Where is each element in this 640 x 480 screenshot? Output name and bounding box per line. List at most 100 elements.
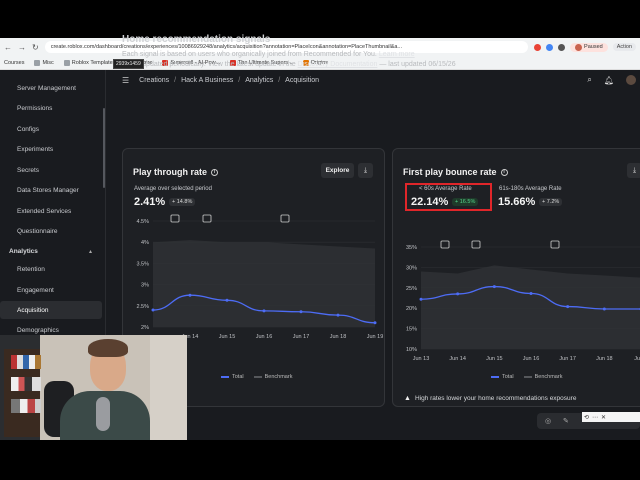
y-tick-label: 35%: [406, 245, 417, 251]
info-icon[interactable]: i: [211, 168, 219, 176]
x-tick-label: Jun 16: [523, 356, 540, 362]
bell-icon[interactable]: 🔔︎: [604, 76, 614, 85]
explore-button[interactable]: Explore: [321, 163, 354, 178]
search-icon[interactable]: ⌕: [587, 75, 591, 85]
breadcrumb-item[interactable]: Creations: [139, 77, 169, 84]
sidebar-item-permissions[interactable]: Permissions: [0, 99, 102, 117]
pen-icon[interactable]: ✎: [563, 417, 569, 425]
y-tick-label: 15%: [406, 327, 417, 333]
metric-value: 22.14%: [411, 196, 449, 208]
warning-icon: ▲: [404, 395, 411, 402]
download-button[interactable]: ⤓: [358, 163, 373, 178]
chart-legend: Total Benchmark: [221, 374, 292, 380]
y-tick-label: 30%: [406, 265, 417, 271]
total-point[interactable]: [225, 298, 229, 302]
camera-icon[interactable]: ◎: [545, 417, 551, 425]
y-tick-label: 2.5%: [136, 304, 149, 310]
annotation-icon[interactable]: [280, 214, 290, 223]
profile-button[interactable]: Paused: [570, 42, 608, 52]
annotation-icon[interactable]: [440, 240, 450, 249]
breadcrumb-item: Acquisition: [285, 76, 320, 84]
action-button[interactable]: Action: [612, 43, 636, 51]
bookmark[interactable]: Courses: [4, 60, 24, 66]
annotation-icon[interactable]: [170, 214, 180, 223]
metric-delta-badge: + 7.2%: [539, 198, 563, 206]
x-tick-label: Jun 19: [367, 334, 384, 340]
total-point[interactable]: [336, 313, 340, 317]
total-point[interactable]: [188, 293, 192, 297]
page-title: Home recommendation signals: [122, 34, 271, 45]
sidebar-item-server-management[interactable]: Server Management: [0, 79, 102, 97]
bookmark[interactable]: Misc: [34, 59, 54, 66]
total-point[interactable]: [529, 292, 533, 296]
bounce-rate-note: ▲ High rates lower your home recommendati…: [404, 395, 577, 402]
sidebar-item-data-stores-manager[interactable]: Data Stores Manager: [0, 181, 102, 199]
forward-icon[interactable]: →: [18, 43, 26, 52]
metric-label: Average over selected period: [134, 186, 212, 192]
legend-item-benchmark[interactable]: Benchmark: [523, 374, 562, 380]
total-point[interactable]: [602, 307, 606, 311]
total-point[interactable]: [373, 321, 377, 325]
annotation-icon[interactable]: [550, 240, 560, 249]
breadcrumb-item[interactable]: Analytics: [245, 77, 273, 84]
total-point[interactable]: [151, 308, 155, 312]
tool-icon[interactable]: ✕: [601, 414, 606, 421]
sidebar-section-analytics[interactable]: Analytics ▴: [0, 242, 102, 260]
folder-icon: [34, 59, 41, 66]
page-description: Each signal is based on users who organi…: [122, 51, 415, 58]
legend-item-total[interactable]: Total: [491, 374, 514, 380]
sidebar-scrollbar[interactable]: [103, 108, 105, 188]
extension-icon[interactable]: [558, 43, 566, 51]
total-point[interactable]: [419, 297, 423, 301]
menu-icon[interactable]: ☰: [122, 76, 129, 85]
metric-value: 15.66%: [498, 196, 536, 208]
annotation-icon[interactable]: [202, 214, 212, 223]
dimension-label: 2939x1459: [113, 59, 144, 69]
page-description: re updated periodically. View the latest…: [134, 61, 456, 68]
sidebar-item-experiments[interactable]: Experiments: [0, 140, 102, 158]
bookshelf: [4, 349, 41, 437]
sidebar-item-extended-services[interactable]: Extended Services: [0, 202, 102, 220]
breadcrumb-item[interactable]: Hack A Business: [181, 77, 233, 84]
extension-icon[interactable]: [534, 43, 542, 51]
bookmark[interactable]: Roblox Templates: [63, 59, 115, 66]
download-button[interactable]: ⤓: [627, 163, 640, 178]
total-point[interactable]: [262, 309, 266, 313]
sidebar-item-questionnaire[interactable]: Questionnaire: [0, 222, 102, 240]
total-point[interactable]: [456, 292, 460, 296]
first-play-bounce-rate-card: First play bounce rate i ⤓ < 60s Average …: [392, 148, 640, 407]
x-tick-label: Jun 18: [596, 356, 613, 362]
legend-item-total[interactable]: Total: [221, 374, 244, 380]
folder-icon: [63, 59, 70, 66]
annotation-icon[interactable]: [471, 240, 481, 249]
sidebar-item-engagement[interactable]: Engagement: [0, 281, 102, 299]
chart-legend: Total Benchmark: [491, 374, 562, 380]
x-tick-label: Jun 15: [219, 334, 236, 340]
legend-item-benchmark[interactable]: Benchmark: [253, 374, 292, 380]
sidebar-item-configs[interactable]: Configs: [0, 120, 102, 138]
back-icon[interactable]: ←: [4, 43, 12, 52]
benchmark-band: [153, 240, 375, 327]
tool-icon[interactable]: ⋯: [592, 414, 598, 421]
sidebar-item-retention[interactable]: Retention: [0, 260, 102, 278]
reload-icon[interactable]: ↻: [32, 43, 39, 52]
card-title: First play bounce rate i: [403, 167, 508, 177]
y-tick-label: 3%: [141, 283, 149, 289]
total-point[interactable]: [566, 305, 570, 309]
sidebar-item-secrets[interactable]: Secrets: [0, 161, 102, 179]
y-tick-label: 10%: [406, 347, 417, 353]
total-point[interactable]: [299, 310, 303, 314]
learn-more-link[interactable]: Learn more: [379, 51, 415, 58]
share-icon[interactable]: ⟲: [584, 414, 589, 421]
avatar[interactable]: [626, 75, 636, 85]
avatar: [575, 43, 583, 51]
extension-icon[interactable]: [546, 43, 554, 51]
x-tick-label: Jun 18: [330, 334, 347, 340]
sidebar-item-acquisition[interactable]: Acquisition: [0, 301, 102, 319]
discovery-documentation-link[interactable]: Discovery Documentation: [298, 61, 378, 68]
x-tick-label: Jun 15: [486, 356, 503, 362]
total-point[interactable]: [492, 285, 496, 289]
y-tick-label: 4.5%: [136, 219, 149, 225]
info-icon[interactable]: i: [500, 168, 508, 176]
x-tick-label: Jun 16: [256, 334, 273, 340]
